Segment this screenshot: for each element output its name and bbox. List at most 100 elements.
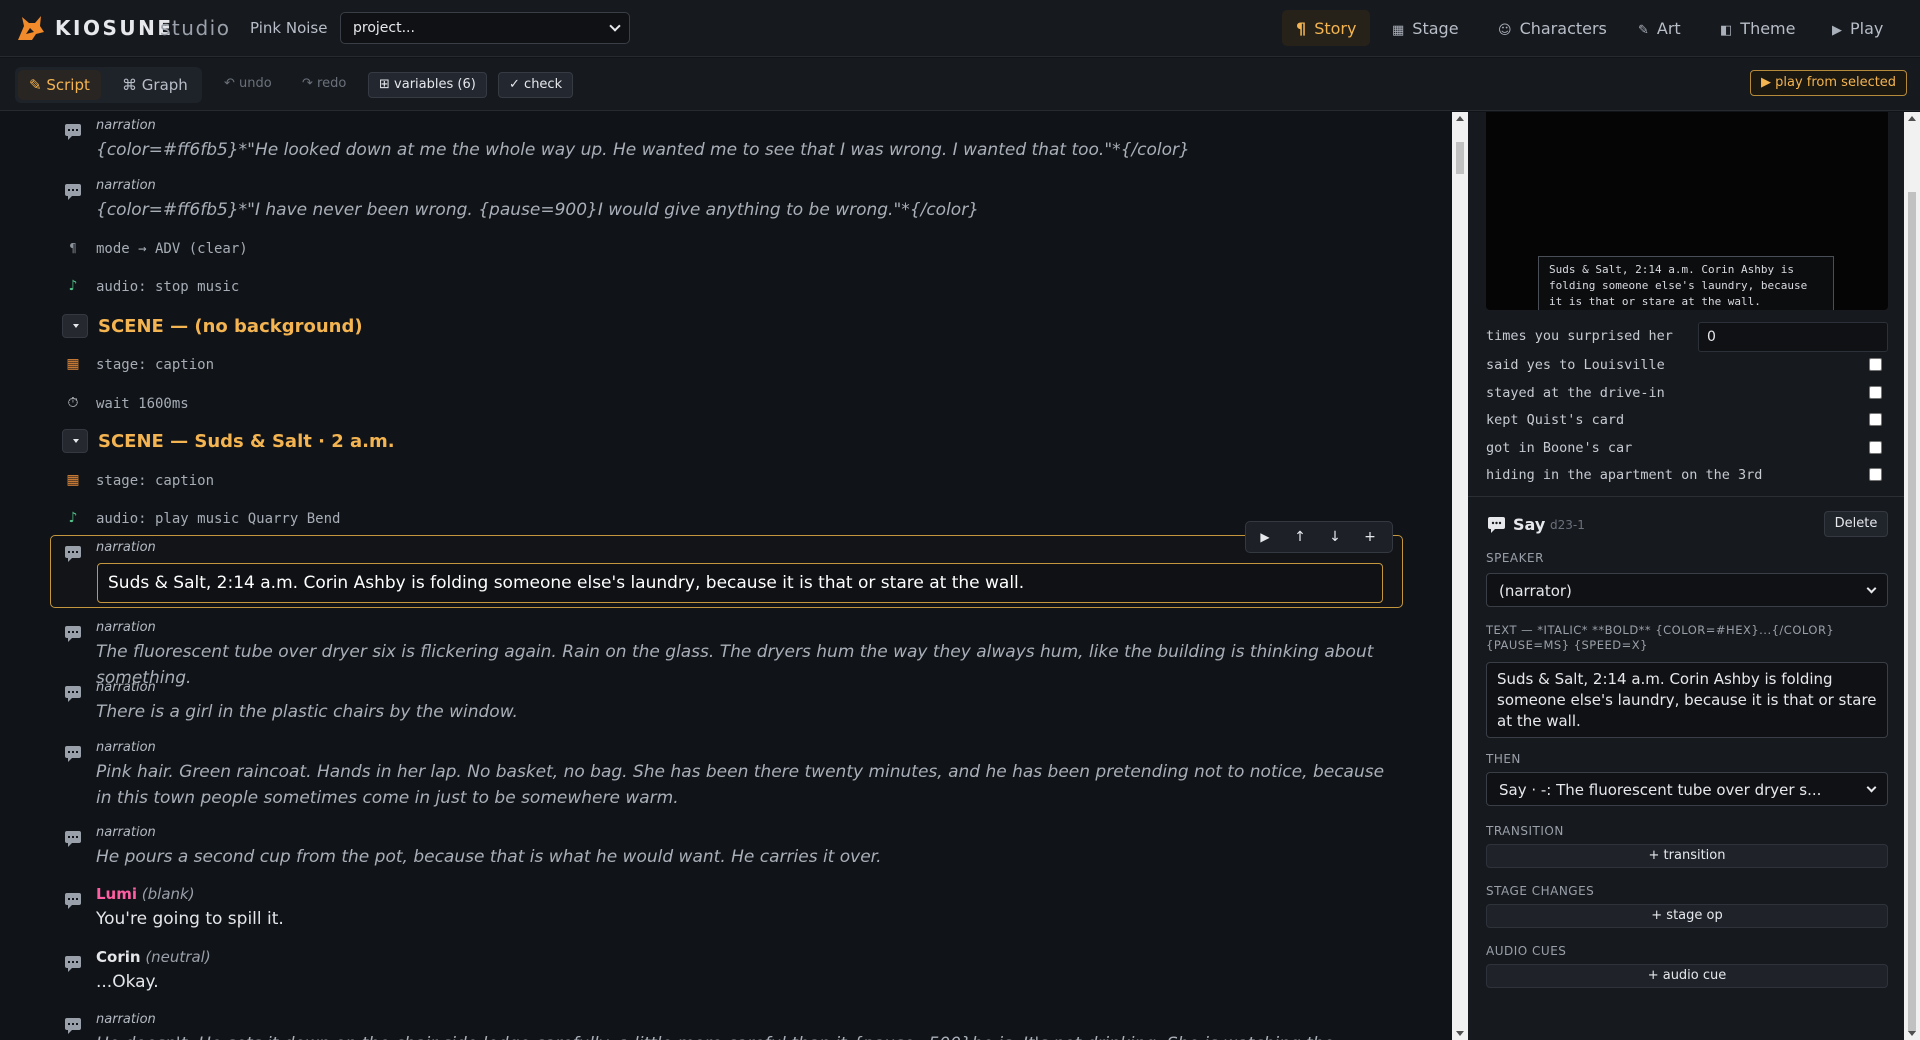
move-up-button[interactable]: ↑ bbox=[1283, 522, 1317, 552]
speaker-label: narration bbox=[96, 540, 156, 555]
script-row-stage[interactable]: ▦ stage: caption bbox=[0, 352, 1420, 380]
character-name: Corin bbox=[96, 948, 141, 966]
tab-characters-label: Characters bbox=[1519, 19, 1607, 38]
scene-header[interactable]: SCENE — (no background) bbox=[0, 308, 1420, 344]
theme-icon: ◧ bbox=[1720, 23, 1733, 38]
speaker-select[interactable]: (narrator) bbox=[1486, 573, 1888, 607]
variable-label: hiding in the apartment on the 3rd bbox=[1486, 467, 1763, 483]
speaker-select-value: (narrator) bbox=[1499, 582, 1572, 600]
dialogue-text-input[interactable]: Suds & Salt, 2:14 a.m. Corin Ashby is fo… bbox=[97, 563, 1383, 603]
scene-collapse-toggle[interactable] bbox=[62, 314, 88, 338]
script-row-say[interactable]: narration He doesn't. He sets it down on… bbox=[0, 1008, 1420, 1040]
variables-button[interactable]: ⊞ variables (6) bbox=[368, 72, 487, 98]
command-text: audio: stop music bbox=[96, 279, 240, 295]
scroll-down-arrow-icon[interactable] bbox=[1456, 1031, 1464, 1036]
script-mode-button[interactable]: ✎ Script bbox=[18, 70, 101, 100]
row-action-toolbar: ▶ ↑ ↓ + bbox=[1245, 521, 1393, 553]
fox-logo-icon bbox=[18, 16, 44, 40]
speech-bubble-icon bbox=[65, 626, 81, 642]
add-transition-button[interactable]: + transition bbox=[1486, 844, 1888, 868]
check-button[interactable]: ✓ check bbox=[498, 72, 574, 98]
speech-bubble-icon bbox=[65, 746, 81, 762]
play-row-button[interactable]: ▶ bbox=[1248, 522, 1282, 552]
text-field-label: TEXT — *ITALIC* **BOLD** {COLOR=#HEX}...… bbox=[1486, 623, 1835, 652]
speech-bubble-icon bbox=[65, 546, 81, 562]
smile-icon: ☺ bbox=[1498, 23, 1512, 38]
stage-preview: Suds & Salt, 2:14 a.m. Corin Ashby is fo… bbox=[1486, 112, 1888, 310]
tab-play[interactable]: ▶ Play bbox=[1818, 10, 1897, 46]
dialogue-textarea[interactable]: Suds & Salt, 2:14 a.m. Corin Ashby is fo… bbox=[1486, 662, 1888, 738]
panel-divider bbox=[1468, 496, 1904, 497]
music-note-icon: ♪ bbox=[68, 278, 78, 294]
script-row-say[interactable]: Lumi (blank) You're going to spill it. bbox=[0, 883, 1420, 931]
variable-checkbox[interactable] bbox=[1869, 413, 1882, 426]
play-icon: ▶ bbox=[1832, 23, 1842, 38]
speaker-label: narration bbox=[96, 740, 156, 755]
scroll-down-arrow-icon[interactable] bbox=[1908, 1031, 1916, 1036]
delete-button[interactable]: Delete bbox=[1824, 511, 1888, 537]
dialogue-text: There is a girl in the plastic chairs by… bbox=[96, 702, 518, 722]
script-row-stage[interactable]: ▦ stage: caption bbox=[0, 468, 1420, 496]
script-row-say[interactable]: Corin (neutral) ...Okay. bbox=[0, 946, 1420, 994]
tab-art[interactable]: ✎ Art bbox=[1624, 10, 1695, 46]
dialogue-text: You're going to spill it. bbox=[96, 909, 284, 929]
pilcrow-icon: ¶ bbox=[1296, 19, 1307, 38]
variable-number-input[interactable]: 0 bbox=[1698, 322, 1888, 352]
script-row-audio[interactable]: ♪ audio: stop music bbox=[0, 274, 1420, 302]
variable-checkbox[interactable] bbox=[1869, 386, 1882, 399]
scroll-up-arrow-icon[interactable] bbox=[1456, 116, 1464, 121]
speech-bubble-icon bbox=[65, 831, 81, 847]
tab-stage[interactable]: ▦ Stage bbox=[1378, 10, 1473, 46]
script-scrollbar[interactable] bbox=[1452, 112, 1468, 1040]
command-icon: ⌘ bbox=[122, 76, 137, 94]
speech-bubble-icon bbox=[65, 184, 81, 200]
tab-theme[interactable]: ◧ Theme bbox=[1706, 10, 1809, 46]
play-from-selected-button[interactable]: ▶ play from selected bbox=[1750, 70, 1908, 96]
selected-script-row[interactable]: narration Suds & Salt, 2:14 a.m. Corin A… bbox=[50, 535, 1403, 608]
script-row-mode[interactable]: ¶ mode → ADV (clear) bbox=[0, 236, 1420, 264]
script-row-say[interactable]: narration {color=#ff6fb5}*"I have never … bbox=[0, 176, 1420, 224]
checkmark-icon: ✓ bbox=[509, 77, 520, 92]
script-mode-label: Script bbox=[46, 76, 90, 94]
script-row-say[interactable]: narration There is a girl in the plastic… bbox=[0, 676, 1420, 724]
add-audio-cue-button[interactable]: + audio cue bbox=[1486, 964, 1888, 988]
script-row-say[interactable]: narration Pink hair. Green raincoat. Han… bbox=[0, 736, 1420, 810]
script-row-say[interactable]: narration He pours a second cup from the… bbox=[0, 821, 1420, 869]
insert-row-button[interactable]: + bbox=[1353, 522, 1387, 552]
variable-checkbox[interactable] bbox=[1869, 358, 1882, 371]
graph-mode-button[interactable]: ⌘ Graph bbox=[111, 70, 199, 100]
character-name: Lumi bbox=[96, 885, 138, 903]
script-row-say[interactable]: narration The fluorescent tube over drye… bbox=[0, 616, 1420, 688]
project-select[interactable]: project... bbox=[340, 12, 630, 44]
redo-button[interactable]: ↷ redo bbox=[292, 72, 356, 98]
play-icon: ▶ bbox=[1260, 530, 1270, 544]
add-stage-op-button[interactable]: + stage op bbox=[1486, 904, 1888, 928]
undo-icon: ↶ bbox=[224, 76, 235, 91]
scrollbar-thumb[interactable] bbox=[1456, 142, 1464, 174]
scene-header[interactable]: SCENE — Suds & Salt · 2 a.m. bbox=[0, 423, 1420, 459]
tab-characters[interactable]: ☺ Characters bbox=[1484, 10, 1621, 46]
scene-collapse-toggle[interactable] bbox=[62, 429, 88, 453]
undo-button[interactable]: ↶ undo bbox=[214, 72, 282, 98]
variable-checkbox[interactable] bbox=[1869, 441, 1882, 454]
command-text: stage: caption bbox=[96, 473, 215, 489]
preview-caption-box: Suds & Salt, 2:14 a.m. Corin Ashby is fo… bbox=[1538, 256, 1834, 310]
tab-art-label: Art bbox=[1656, 19, 1681, 38]
editor-toolbar: ✎ Script ⌘ Graph ↶ undo ↷ redo ⊞ variabl… bbox=[0, 58, 1920, 111]
table-icon: ⊞ bbox=[379, 77, 390, 92]
script-row-say[interactable]: narration {color=#ff6fb5}*"He looked dow… bbox=[0, 116, 1420, 164]
music-note-icon: ♪ bbox=[68, 510, 78, 526]
move-down-button[interactable]: ↓ bbox=[1318, 522, 1352, 552]
scroll-up-arrow-icon[interactable] bbox=[1908, 116, 1916, 121]
dialogue-text: {color=#ff6fb5}*"I have never been wrong… bbox=[96, 200, 979, 220]
tab-play-label: Play bbox=[1850, 19, 1884, 38]
tab-story[interactable]: ¶ Story bbox=[1282, 10, 1371, 46]
inspector-scrollbar[interactable] bbox=[1904, 112, 1920, 1040]
scrollbar-thumb[interactable] bbox=[1908, 192, 1916, 1032]
then-select[interactable]: Say · -: The fluorescent tube over dryer… bbox=[1486, 772, 1888, 806]
undo-label: undo bbox=[239, 76, 272, 91]
variable-checkbox[interactable] bbox=[1869, 468, 1882, 481]
top-bar: KIOSUNE studio Pink Noise project... ¶ St… bbox=[0, 0, 1920, 57]
script-row-wait[interactable]: ⏱ wait 1600ms bbox=[0, 391, 1420, 419]
script-row-audio[interactable]: ♪ audio: play music Quarry Bend bbox=[0, 506, 1420, 534]
